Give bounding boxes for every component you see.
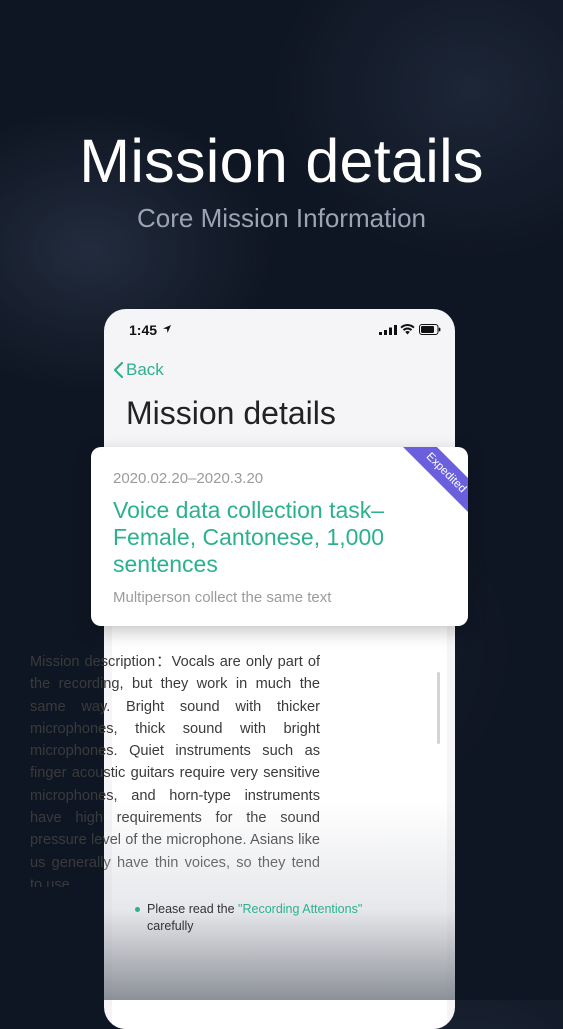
chevron-left-icon [113,361,124,379]
mission-description: Mission description：Vocals are only part… [30,654,320,887]
wifi-icon [400,324,415,335]
hero-subtitle: Core Mission Information [137,203,426,233]
mission-date-range: 2020.02.20–2020.3.20 [113,470,264,487]
back-label: Back [126,360,164,379]
notice-bullet-icon [135,907,140,912]
page-title: Mission details [126,395,336,431]
notice-prefix: Please read the [147,902,239,916]
expedited-ribbon: Expedited [398,447,468,517]
scrollbar[interactable] [437,672,440,744]
back-button[interactable]: Back [112,359,164,381]
notice-suffix: carefully [147,919,194,933]
status-bar: 1:45 [104,309,455,349]
signal-icon [379,325,397,335]
mission-card[interactable]: 2020.02.20–2020.3.20 Voice data collecti… [91,447,468,626]
hero-title: Mission details [79,127,484,195]
expedited-badge: Expedited [402,447,468,517]
mission-title: Voice data collection task–Female, Canto… [113,497,385,577]
mission-subtitle: Multiperson collect the same text [113,589,332,606]
battery-icon [419,324,441,335]
status-time: 1:45 [129,322,158,338]
recording-notice: Please read the "Recording Attentions" c… [147,901,397,935]
recording-attentions-link[interactable]: "Recording Attentions" [238,902,362,916]
location-arrow-icon [163,325,171,333]
